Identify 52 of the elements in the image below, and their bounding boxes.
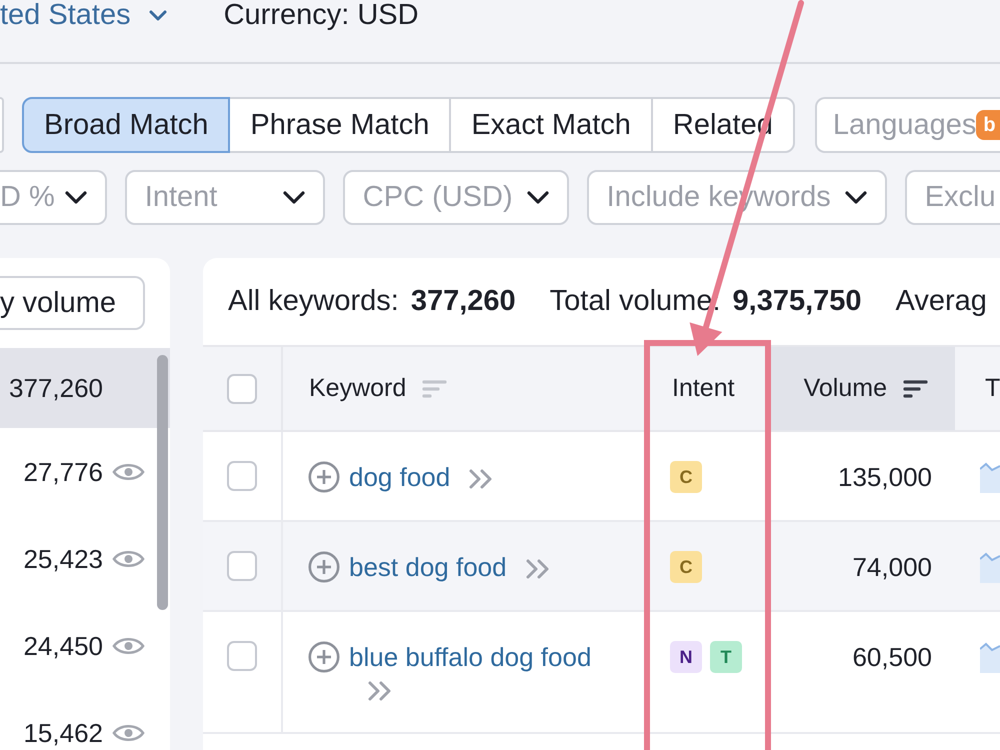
add-circle-icon[interactable] (308, 461, 340, 493)
trend-sparkline (980, 551, 1000, 583)
sort-icon[interactable] (903, 378, 928, 398)
group-row[interactable]: 25,423 (0, 515, 170, 602)
intent-badge: C (670, 551, 702, 583)
filter-label: CPC (USD) (362, 181, 513, 214)
row-checkbox[interactable] (227, 641, 257, 671)
trend-sparkline (980, 641, 1000, 673)
group-row[interactable]: 27,776 (0, 428, 170, 515)
intent-badge: C (670, 461, 702, 493)
column-label: Intent (672, 374, 735, 403)
volume-value: 60,500 (852, 641, 932, 673)
scrollbar[interactable] (157, 355, 168, 610)
row-checkbox[interactable] (227, 461, 257, 491)
summary-label: All keywords: (228, 285, 399, 318)
intent-badge: N (670, 641, 702, 673)
match-tab[interactable]: Phrase Match (228, 97, 452, 153)
double-chevron-icon[interactable] (524, 558, 551, 580)
match-tab[interactable]: Broad Match (22, 97, 230, 153)
volume-value: 135,000 (838, 461, 932, 493)
summary-value: 9,375,750 (732, 285, 862, 318)
keyword-link[interactable]: best dog food (349, 552, 507, 582)
match-tab[interactable]: Exact Match (449, 97, 653, 153)
row-checkbox[interactable] (227, 551, 257, 581)
summary-label: Averag (896, 285, 987, 318)
languages-badge: b (976, 110, 1000, 140)
languages-label: Languages (832, 108, 976, 142)
button-edge[interactable] (0, 97, 4, 153)
filter-label: D % (0, 181, 55, 214)
column-label: Volume (804, 374, 887, 403)
group-row[interactable]: 377,260 (0, 348, 170, 428)
volume-value: 74,000 (852, 551, 932, 583)
intent-badge: T (710, 641, 742, 673)
currency-label: Currency: USD (224, 0, 419, 30)
filter-label: Exclu (924, 181, 996, 214)
trend-sparkline (980, 461, 1000, 493)
filter-label: Intent (144, 181, 218, 214)
database-selector[interactable]: ted States (0, 0, 167, 30)
keyword-link[interactable]: blue buffalo dog food (349, 642, 592, 672)
column-label: Keyword (309, 374, 406, 403)
group-row[interactable]: 24,450 (0, 602, 170, 689)
group-row[interactable]: 15,462 (0, 689, 170, 750)
double-chevron-icon[interactable] (367, 680, 393, 702)
add-circle-icon[interactable] (308, 641, 340, 673)
double-chevron-icon[interactable] (468, 468, 494, 490)
chevron-down-icon (148, 10, 167, 20)
summary-value: 377,260 (410, 285, 516, 318)
select-all-checkbox[interactable] (227, 374, 257, 404)
column-label: T (985, 374, 1000, 403)
add-circle-icon[interactable] (308, 551, 340, 583)
sort-button[interactable]: y volume (0, 276, 145, 330)
keyword-link[interactable]: dog food (349, 462, 450, 492)
